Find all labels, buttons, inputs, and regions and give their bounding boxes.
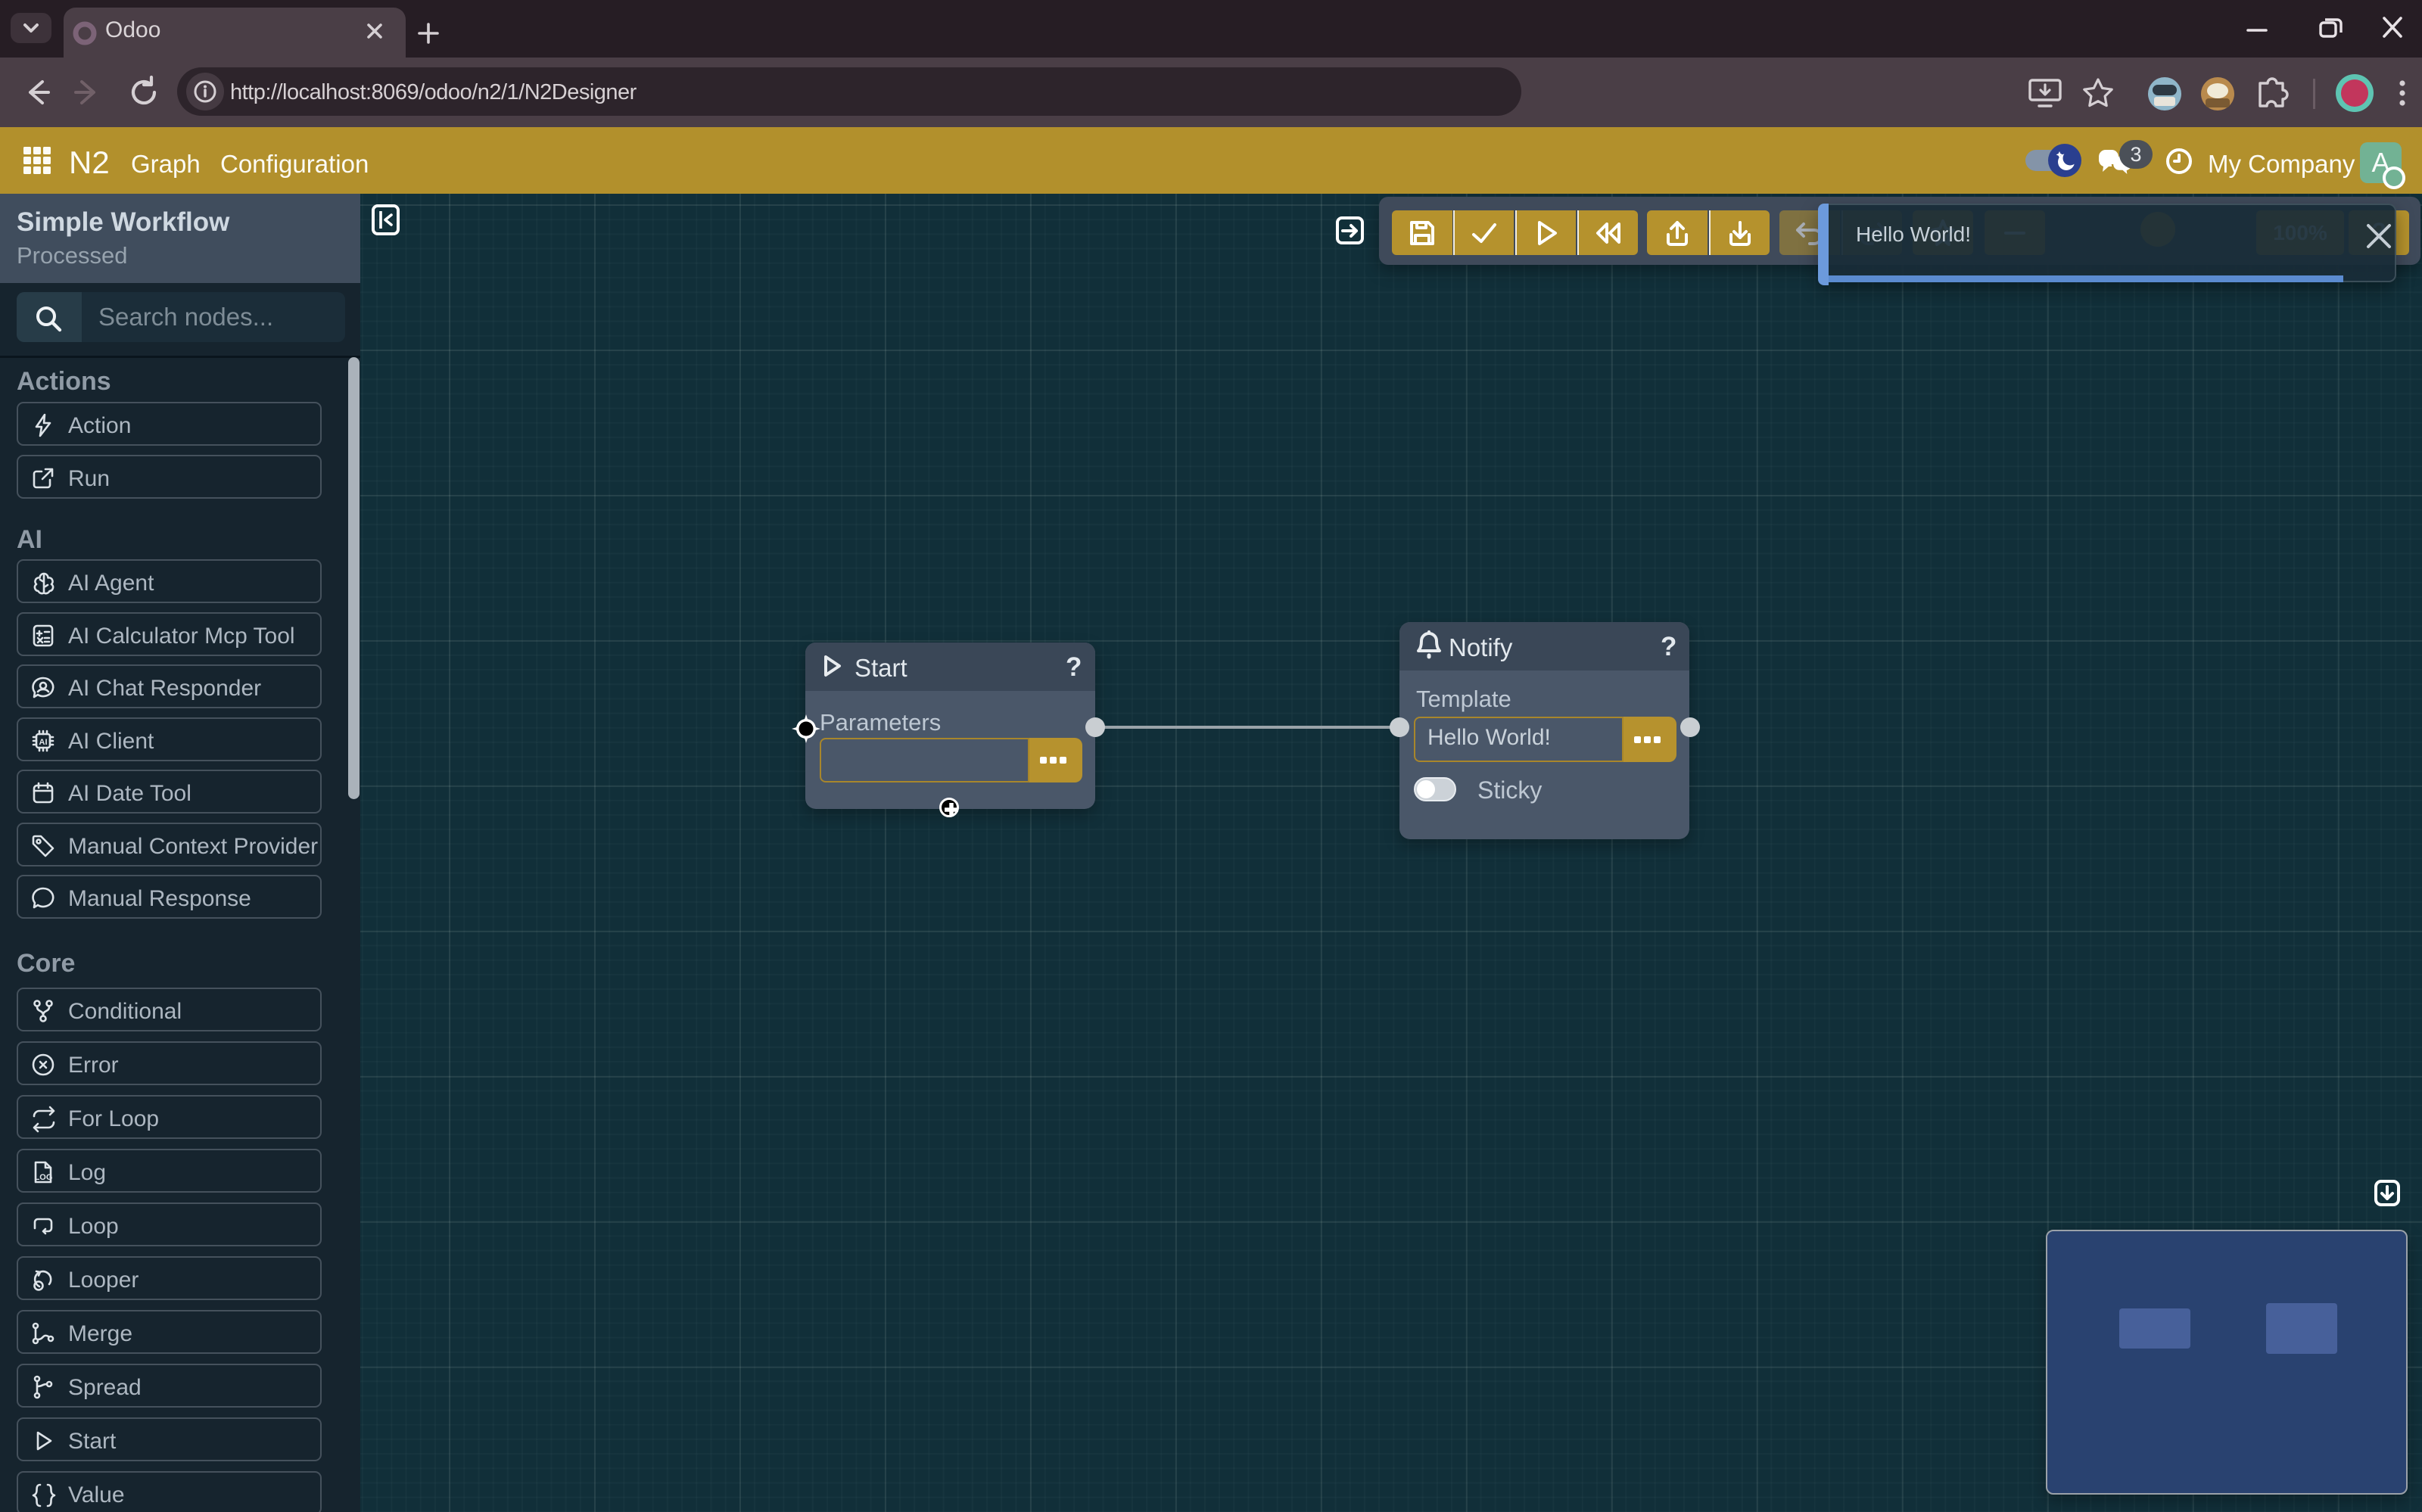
svg-text:LOG: LOG <box>35 1173 53 1182</box>
svg-text:AI: AI <box>39 738 48 747</box>
